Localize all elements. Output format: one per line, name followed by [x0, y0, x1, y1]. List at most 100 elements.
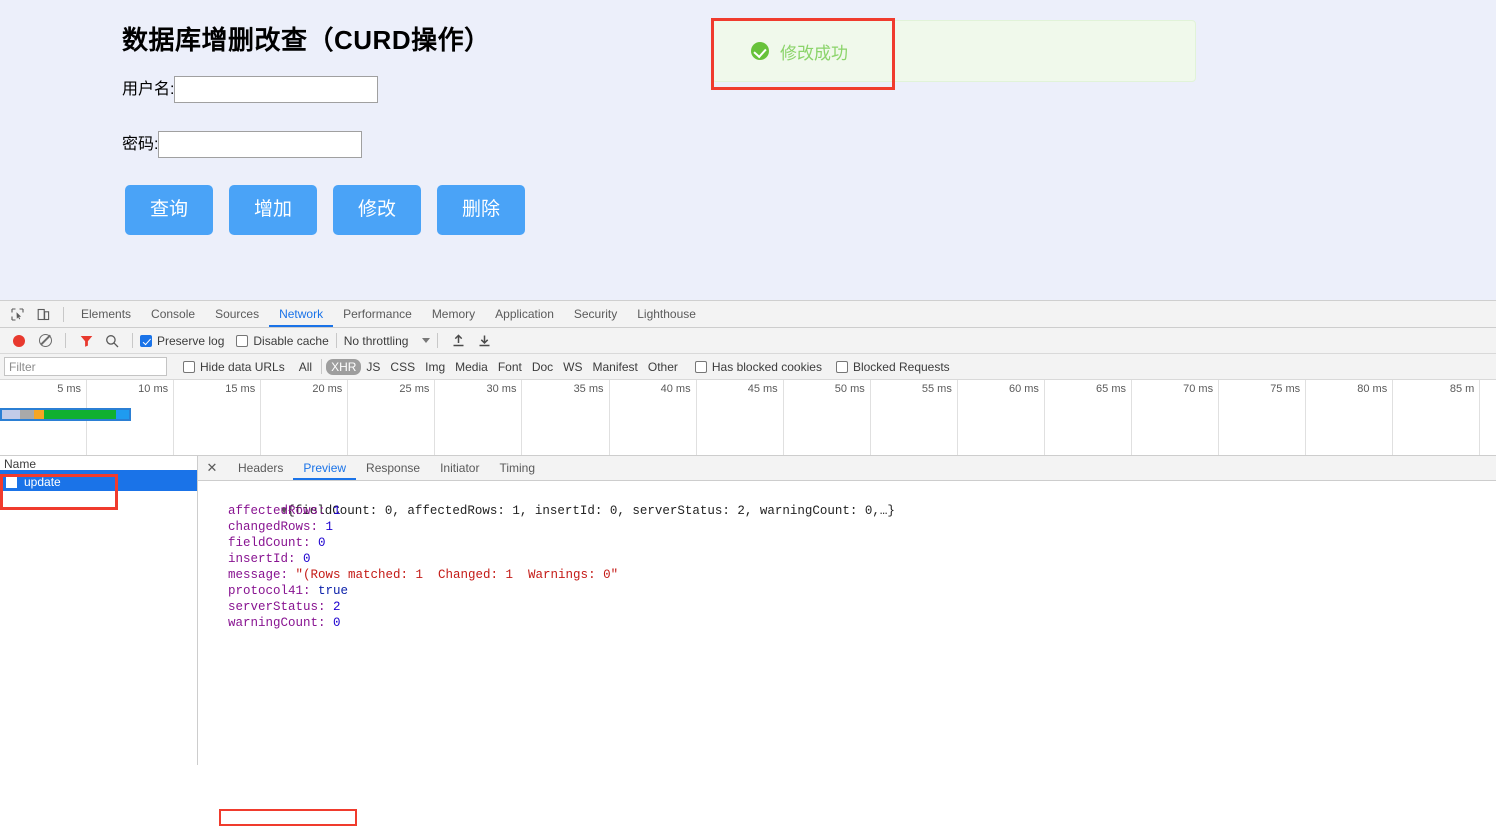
ruler-gridline [956, 380, 958, 455]
close-icon[interactable]: ✕ [204, 460, 220, 476]
query-button[interactable]: 查询 [125, 185, 213, 235]
preserve-log-checkbox[interactable]: Preserve log [140, 334, 224, 348]
ruler-gridline [869, 380, 871, 455]
type-filter-other[interactable]: Other [643, 359, 683, 375]
tab-network[interactable]: Network [269, 301, 333, 327]
detail-tab-timing[interactable]: Timing [489, 456, 545, 480]
ruler-gridline [347, 380, 349, 455]
ruler-tick-label: 35 ms [573, 383, 604, 395]
network-toolbar: Preserve log Disable cache No throttling [0, 328, 1496, 354]
web-page-content: 数据库增删改查（CURD操作） 用户名: 密码: 查询 增加 修改 删除 修改成… [0, 0, 1496, 300]
blocked-requests-label: Blocked Requests [852, 359, 950, 374]
toggle-device-toolbar-icon[interactable] [30, 302, 56, 327]
ruler-tick-label: 10 ms [138, 383, 169, 395]
password-input[interactable] [158, 131, 363, 158]
tab-lighthouse[interactable]: Lighthouse [627, 301, 706, 327]
export-har-icon[interactable] [471, 328, 497, 353]
json-summary-row[interactable]: ▾{fieldCount: 0, affectedRows: 1, insert… [206, 487, 1496, 518]
add-button[interactable]: 增加 [229, 185, 317, 235]
overview-bar-segment-0 [2, 410, 20, 419]
filter-input[interactable] [4, 357, 167, 376]
hide-data-urls-checkbox-box [183, 360, 195, 373]
json-key: serverStatus: [228, 600, 334, 614]
throttling-select[interactable]: No throttling [344, 334, 409, 348]
ruler-gridline [434, 380, 436, 455]
type-filter-all[interactable]: All [294, 359, 317, 375]
ruler-tick-label: 55 ms [921, 383, 952, 395]
chevron-down-icon[interactable] [422, 338, 431, 343]
toolbar-divider [335, 333, 337, 348]
tab-memory[interactable]: Memory [422, 301, 485, 327]
network-split-view: Name update ✕ Headers Preview Response I… [0, 456, 1496, 765]
ruler-gridline [1131, 380, 1132, 455]
json-entry-list: affectedRows: 1 changedRows: 1 fieldCount:… [206, 503, 1496, 631]
toolbar-divider [132, 333, 133, 348]
disable-cache-checkbox[interactable]: Disable cache [236, 334, 329, 348]
alert-message: 修改成功 [780, 43, 848, 63]
delete-button[interactable]: 删除 [437, 185, 525, 235]
record-button[interactable] [6, 328, 32, 353]
hide-data-urls-checkbox[interactable]: Hide data URLs [183, 360, 285, 374]
ruler-gridline [1392, 380, 1394, 455]
type-filter-doc[interactable]: Doc [527, 359, 558, 375]
ruler-gridline [1218, 380, 1220, 455]
json-entry-affectedRows: affectedRows: 1 [206, 503, 1496, 519]
json-key: message: [228, 568, 296, 582]
preserve-log-checkbox-box [140, 334, 152, 347]
json-key: protocol41: [228, 584, 319, 598]
tab-application[interactable]: Application [485, 301, 564, 327]
column-header-name[interactable]: Name [0, 456, 197, 472]
ruler-gridline [695, 380, 697, 455]
type-filter-media[interactable]: Media [450, 359, 493, 375]
clear-network-log-icon[interactable] [32, 328, 58, 353]
request-row-update[interactable]: update [0, 472, 197, 491]
username-label: 用户名: [122, 80, 175, 98]
type-filter-xhr[interactable]: XHR [326, 358, 362, 375]
json-entry-fieldCount: fieldCount: 0 [206, 535, 1496, 551]
username-input[interactable] [174, 76, 379, 103]
ruler-tick-label: 30 ms [486, 383, 517, 395]
tab-security[interactable]: Security [564, 301, 627, 327]
tab-performance[interactable]: Performance [333, 301, 422, 327]
json-key: affectedRows: [228, 504, 334, 518]
has-blocked-cookies-checkbox-box [694, 360, 707, 373]
detail-tab-headers[interactable]: Headers [228, 456, 293, 480]
ruler-gridline [608, 380, 610, 455]
success-alert: 修改成功 [712, 20, 1196, 82]
blocked-requests-checkbox[interactable]: Blocked Requests [835, 359, 950, 374]
type-filter-js[interactable]: JS [361, 359, 385, 375]
toolbar-divider [63, 306, 64, 322]
detail-tab-response[interactable]: Response [356, 456, 430, 480]
detail-tab-preview[interactable]: Preview [293, 456, 356, 480]
json-entry-insertId: insertId: 0 [206, 551, 1496, 567]
page-title: 数据库增删改查（CURD操作） [122, 25, 491, 55]
tab-elements[interactable]: Elements [71, 301, 141, 327]
request-detail-tab-bar: ✕ Headers Preview Response Initiator Tim… [198, 456, 1496, 481]
overview-timeline-bar [0, 408, 131, 421]
detail-tab-initiator[interactable]: Initiator [430, 456, 489, 480]
tab-sources[interactable]: Sources [205, 301, 269, 327]
tab-console[interactable]: Console [141, 301, 205, 327]
type-filter-css[interactable]: CSS [385, 359, 420, 375]
type-filter-img[interactable]: Img [420, 359, 450, 375]
has-blocked-cookies-checkbox[interactable]: Has blocked cookies [694, 360, 822, 374]
filter-icon[interactable] [73, 328, 99, 353]
update-button[interactable]: 修改 [333, 185, 421, 235]
ruler-tick-label: 45 ms [747, 383, 778, 395]
type-filter-font[interactable]: Font [493, 359, 527, 375]
type-filter-ws[interactable]: WS [558, 359, 587, 375]
network-overview[interactable]: 5 ms 10 ms 15 ms 20 ms 25 ms 30 ms 35 ms 40 ms 4… [0, 380, 1496, 456]
request-list-panel: Name update [0, 456, 198, 765]
devtools-panel: Elements Console Sources Network Perform… [0, 300, 1496, 826]
search-icon[interactable] [99, 328, 125, 353]
overview-bar-segment-2 [34, 410, 44, 419]
type-filter-manifest[interactable]: Manifest [588, 359, 643, 375]
inspect-element-icon[interactable] [4, 302, 30, 327]
toolbar-divider [321, 359, 323, 374]
hide-data-urls-label: Hide data URLs [200, 359, 285, 374]
ruler-tick-label: 5 ms [57, 383, 82, 395]
network-filter-row: Hide data URLs All XHR JS CSS Img Media … [0, 354, 1496, 380]
ruler-tick-label: 65 ms [1096, 383, 1126, 395]
import-har-icon[interactable] [445, 328, 471, 353]
ruler-tick-label: 85 m [1449, 383, 1475, 395]
